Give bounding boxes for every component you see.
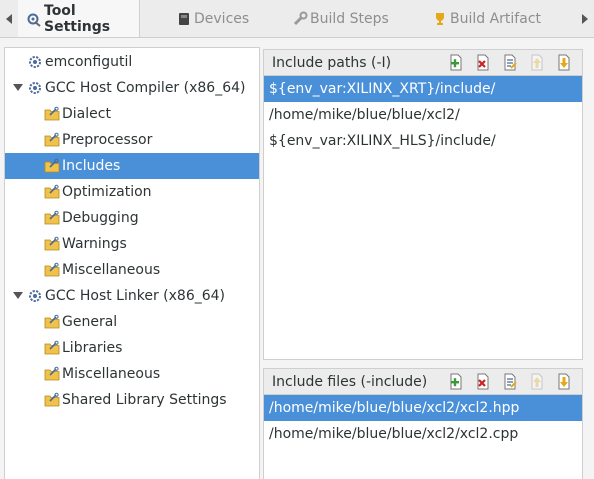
tree-item[interactable]: Dialect <box>5 101 259 127</box>
tab-bar: Tool Settings Devices Build Steps Build … <box>0 0 594 38</box>
add-button[interactable] <box>448 54 464 71</box>
expand-arrow-icon[interactable] <box>11 81 25 95</box>
folder-icon <box>44 236 60 252</box>
tree-item[interactable]: GCC Host Compiler (x86_64) <box>5 75 259 101</box>
include-files-panel: Include files (-include) /home/mike/blue… <box>263 368 583 479</box>
folder-icon <box>44 184 60 200</box>
tab-label: Tool Settings <box>44 2 111 35</box>
delete-icon <box>475 373 491 390</box>
expand-arrow-icon[interactable] <box>11 289 25 303</box>
tree-item-label: emconfigutil <box>45 54 133 70</box>
tree-item[interactable]: Miscellaneous <box>5 361 259 387</box>
include-paths-title: Include paths (-I) <box>272 54 392 71</box>
move-up-button[interactable] <box>529 373 545 390</box>
delete-button[interactable] <box>475 373 491 390</box>
list-item[interactable]: /home/mike/blue/blue/xcl2/ <box>264 102 582 128</box>
gear-icon <box>27 54 43 70</box>
tab-tool-settings[interactable]: Tool Settings <box>18 0 140 37</box>
move-up-button[interactable] <box>529 54 545 71</box>
folder-icon <box>44 262 60 278</box>
tree-item-label: Debugging <box>62 210 139 226</box>
tree-item-label: Libraries <box>62 340 123 356</box>
edit-icon <box>502 373 518 390</box>
include-paths-panel: Include paths (-I) ${env_var:XILINX_XRT}… <box>263 49 583 360</box>
include-paths-toolbar <box>448 54 572 71</box>
gear-icon <box>27 80 43 96</box>
list-item[interactable]: /home/mike/blue/blue/xcl2/xcl2.cpp <box>264 421 582 447</box>
include-paths-list: ${env_var:XILINX_XRT}/include//home/mike… <box>264 76 582 154</box>
tab-label: Build Steps <box>310 10 389 27</box>
tree-item-label: GCC Host Compiler (x86_64) <box>45 80 246 96</box>
tree-item[interactable]: Shared Library Settings <box>5 387 259 413</box>
tab-build-artifact[interactable]: Build Artifact <box>432 0 541 37</box>
edit-icon <box>502 54 518 71</box>
add-button[interactable] <box>448 373 464 390</box>
tab-devices[interactable]: Devices <box>176 0 249 37</box>
folder-icon <box>44 366 60 382</box>
settings-tree: emconfigutil GCC Host Compiler (x86_64) Di… <box>4 47 260 479</box>
build-artifact-icon <box>432 11 448 27</box>
folder-icon <box>44 392 60 408</box>
folder-icon <box>44 314 60 330</box>
move-up-icon <box>529 373 545 390</box>
tree-item[interactable]: Optimization <box>5 179 259 205</box>
tree-item-label: Optimization <box>62 184 152 200</box>
gear-icon <box>27 288 43 304</box>
include-files-title: Include files (-include) <box>272 373 428 390</box>
tree-item-label: Preprocessor <box>62 132 153 148</box>
include-paths-header: Include paths (-I) <box>264 50 582 76</box>
add-icon <box>448 373 464 390</box>
tab-build-steps[interactable]: Build Steps <box>292 0 389 37</box>
folder-icon <box>44 210 60 226</box>
list-item[interactable]: ${env_var:XILINX_XRT}/include/ <box>264 76 582 102</box>
tree-item[interactable]: emconfigutil <box>5 49 259 75</box>
list-item[interactable]: /home/mike/blue/blue/xcl2/xcl2.hpp <box>264 395 582 421</box>
folder-icon <box>44 158 60 174</box>
add-icon <box>448 54 464 71</box>
move-down-icon <box>556 54 572 71</box>
tree-item-label: Dialect <box>62 106 111 122</box>
folder-icon <box>44 340 60 356</box>
tree-item[interactable]: Warnings <box>5 231 259 257</box>
tree-item-label: Miscellaneous <box>62 262 161 278</box>
tree-item[interactable]: Debugging <box>5 205 259 231</box>
folder-icon <box>44 132 60 148</box>
list-item[interactable]: ${env_var:XILINX_HLS}/include/ <box>264 128 582 154</box>
tree-item-label: Miscellaneous <box>62 366 161 382</box>
include-files-list: /home/mike/blue/blue/xcl2/xcl2.hpp/home/… <box>264 395 582 447</box>
move-down-button[interactable] <box>556 373 572 390</box>
tool-settings-icon <box>26 11 42 27</box>
move-up-icon <box>529 54 545 71</box>
build-steps-icon <box>292 11 308 27</box>
folder-icon <box>44 106 60 122</box>
tree-item-label: Warnings <box>62 236 127 252</box>
tree-item-label: GCC Host Linker (x86_64) <box>45 288 226 304</box>
tree-item[interactable]: Includes <box>5 153 259 179</box>
move-down-button[interactable] <box>556 54 572 71</box>
tree-item-label: Includes <box>62 158 121 174</box>
tab-label: Devices <box>194 10 250 27</box>
scroll-right-icon[interactable] <box>578 11 592 27</box>
include-files-toolbar <box>448 373 572 390</box>
tree-item[interactable]: GCC Host Linker (x86_64) <box>5 283 259 309</box>
tree-item[interactable]: General <box>5 309 259 335</box>
tree-item-label: General <box>62 314 118 330</box>
delete-icon <box>475 54 491 71</box>
tree-item[interactable]: Miscellaneous <box>5 257 259 283</box>
tree-item-label: Shared Library Settings <box>62 392 227 408</box>
tree-item[interactable]: Preprocessor <box>5 127 259 153</box>
tree-item[interactable]: Libraries <box>5 335 259 361</box>
include-files-header: Include files (-include) <box>264 369 582 395</box>
edit-button[interactable] <box>502 54 518 71</box>
delete-button[interactable] <box>475 54 491 71</box>
scroll-left-icon[interactable] <box>2 11 16 27</box>
devices-icon <box>176 11 192 27</box>
tab-label: Build Artifact <box>450 10 541 27</box>
move-down-icon <box>556 373 572 390</box>
edit-button[interactable] <box>502 373 518 390</box>
